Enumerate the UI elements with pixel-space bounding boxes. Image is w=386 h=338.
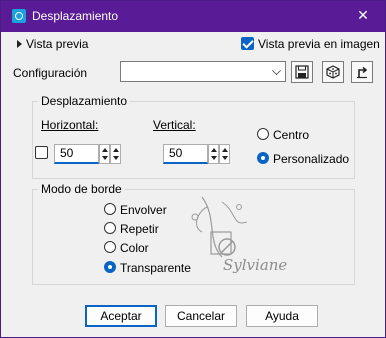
save-preset-button[interactable] bbox=[291, 61, 313, 83]
reset-button[interactable] bbox=[351, 61, 373, 83]
center-radio-label[interactable]: Centro bbox=[273, 128, 309, 142]
color-radio[interactable] bbox=[104, 241, 116, 253]
repeat-radio-label[interactable]: Repetir bbox=[120, 222, 159, 236]
title-bar[interactable]: Desplazamiento ✕ bbox=[1, 1, 385, 32]
color-radio-label[interactable]: Color bbox=[120, 241, 149, 255]
ok-button[interactable]: Aceptar bbox=[85, 305, 157, 327]
vertical-slider-button[interactable] bbox=[219, 144, 230, 164]
slider-up-icon bbox=[222, 148, 228, 152]
floppy-disk-icon bbox=[295, 65, 309, 79]
spin-up-icon bbox=[211, 148, 217, 152]
preview-toggle-label[interactable]: Vista previa bbox=[26, 37, 88, 51]
slider-down-icon bbox=[222, 156, 228, 160]
spin-down-icon bbox=[211, 156, 217, 160]
vertical-spinner[interactable] bbox=[208, 144, 219, 164]
center-radio[interactable] bbox=[257, 128, 269, 140]
link-checkbox[interactable] bbox=[35, 146, 48, 159]
window-title: Desplazamiento bbox=[32, 9, 119, 23]
cancel-button[interactable]: Cancelar bbox=[165, 305, 237, 327]
offset-group-title: Desplazamiento bbox=[38, 94, 131, 108]
edge-mode-group-title: Modo de borde bbox=[38, 182, 125, 196]
preview-on-image-checkbox[interactable] bbox=[241, 37, 254, 50]
horizontal-slider-button[interactable] bbox=[110, 144, 121, 164]
vertical-label: Vertical: bbox=[153, 118, 196, 132]
dice-icon bbox=[326, 65, 340, 79]
close-button[interactable]: ✕ bbox=[354, 6, 372, 24]
spin-down-icon bbox=[102, 156, 108, 160]
transparent-radio[interactable] bbox=[104, 261, 116, 273]
config-label: Configuración bbox=[13, 66, 88, 80]
chevron-down-icon bbox=[272, 66, 281, 75]
watermark-signature: Sylviane bbox=[223, 256, 288, 274]
watermark-logo bbox=[191, 196, 248, 258]
config-dropdown[interactable] bbox=[120, 61, 286, 82]
slider-up-icon bbox=[113, 148, 119, 152]
reset-arrow-icon bbox=[357, 66, 368, 79]
spin-up-icon bbox=[102, 148, 108, 152]
expand-triangle-icon[interactable] bbox=[17, 40, 22, 48]
custom-radio-label[interactable]: Personalizado bbox=[273, 152, 349, 166]
help-button[interactable]: Ayuda bbox=[246, 305, 318, 327]
slider-down-icon bbox=[113, 156, 119, 160]
preview-on-image-label[interactable]: Vista previa en imagen bbox=[258, 37, 380, 51]
camera-icon bbox=[12, 9, 26, 23]
horizontal-input[interactable]: 50 bbox=[54, 144, 99, 164]
horizontal-spinner[interactable] bbox=[99, 144, 110, 164]
vertical-input[interactable]: 50 bbox=[163, 144, 208, 164]
custom-radio[interactable] bbox=[257, 152, 269, 164]
wrap-radio-label[interactable]: Envolver bbox=[120, 203, 167, 217]
horizontal-label: Horizontal: bbox=[41, 118, 99, 132]
wrap-radio[interactable] bbox=[104, 203, 116, 215]
repeat-radio[interactable] bbox=[104, 222, 116, 234]
close-icon: ✕ bbox=[357, 7, 369, 23]
dialog-window: Desplazamiento ✕ Vista previa Vista prev… bbox=[0, 0, 386, 338]
randomize-button[interactable] bbox=[322, 61, 344, 83]
